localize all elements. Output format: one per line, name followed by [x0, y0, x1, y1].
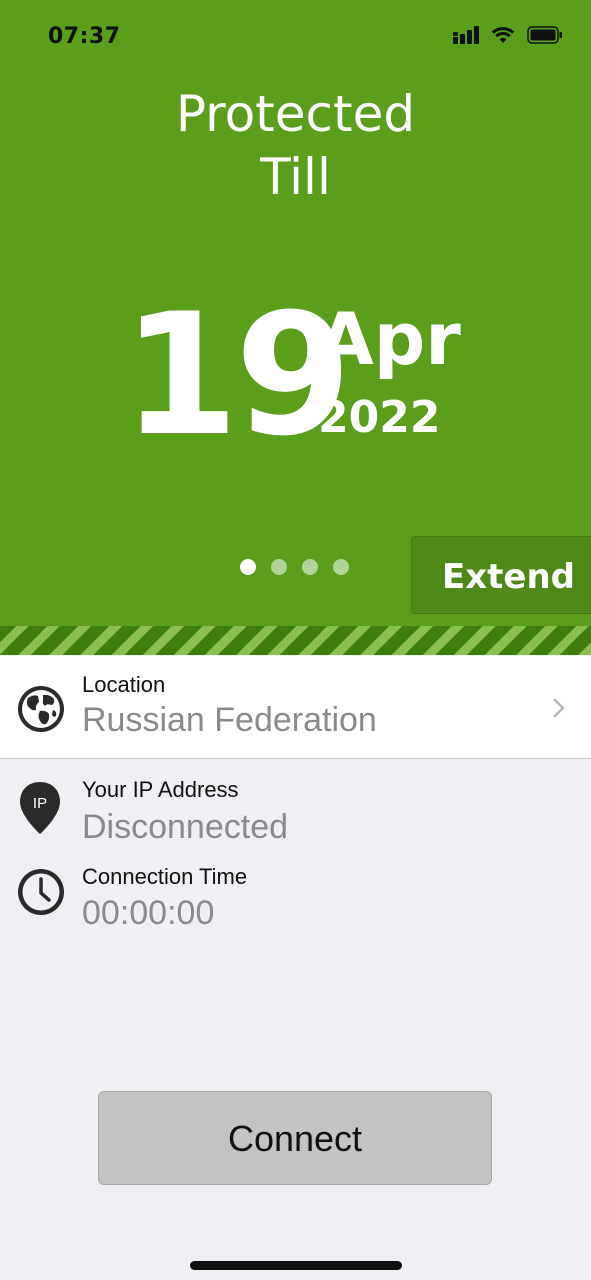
battery-icon [527, 26, 562, 44]
connection-time-label: Connection Time [82, 864, 248, 889]
location-value: Russian Federation [82, 701, 377, 739]
extend-button[interactable]: Extend [411, 536, 591, 614]
home-indicator[interactable] [190, 1261, 402, 1270]
protected-title: Protected [175, 85, 416, 143]
globe-icon [18, 686, 64, 732]
page-dot[interactable] [302, 559, 318, 575]
hero-panel: 07:37 Protected Till 19 Apr 2022 Extend [0, 0, 591, 655]
expiry-year: 2022 [318, 392, 441, 443]
page-indicator[interactable] [240, 559, 349, 575]
clock-icon [18, 869, 64, 915]
page-dot[interactable] [271, 559, 287, 575]
status-time: 07:37 [48, 24, 121, 49]
page-dot[interactable] [333, 559, 349, 575]
location-label: Location [82, 672, 166, 697]
striped-divider [0, 626, 591, 655]
chevron-right-icon [553, 698, 565, 718]
cellular-signal-icon [453, 26, 479, 44]
connection-time-value: 00:00:00 [82, 894, 215, 932]
connect-button[interactable]: Connect [98, 1091, 492, 1185]
ip-pin-icon: IP [20, 782, 60, 834]
till-title: Till [260, 148, 331, 206]
expiry-day: 19 [122, 277, 352, 473]
status-bar: 07:37 [0, 0, 591, 76]
location-row[interactable]: Location Russian Federation [0, 656, 591, 759]
page-dot[interactable] [240, 559, 256, 575]
ip-value: Disconnected [82, 808, 289, 846]
ip-label: Your IP Address [82, 777, 239, 802]
ip-badge-text: IP [33, 795, 47, 812]
wifi-icon [491, 27, 515, 43]
expiry-month: Apr [318, 297, 461, 381]
